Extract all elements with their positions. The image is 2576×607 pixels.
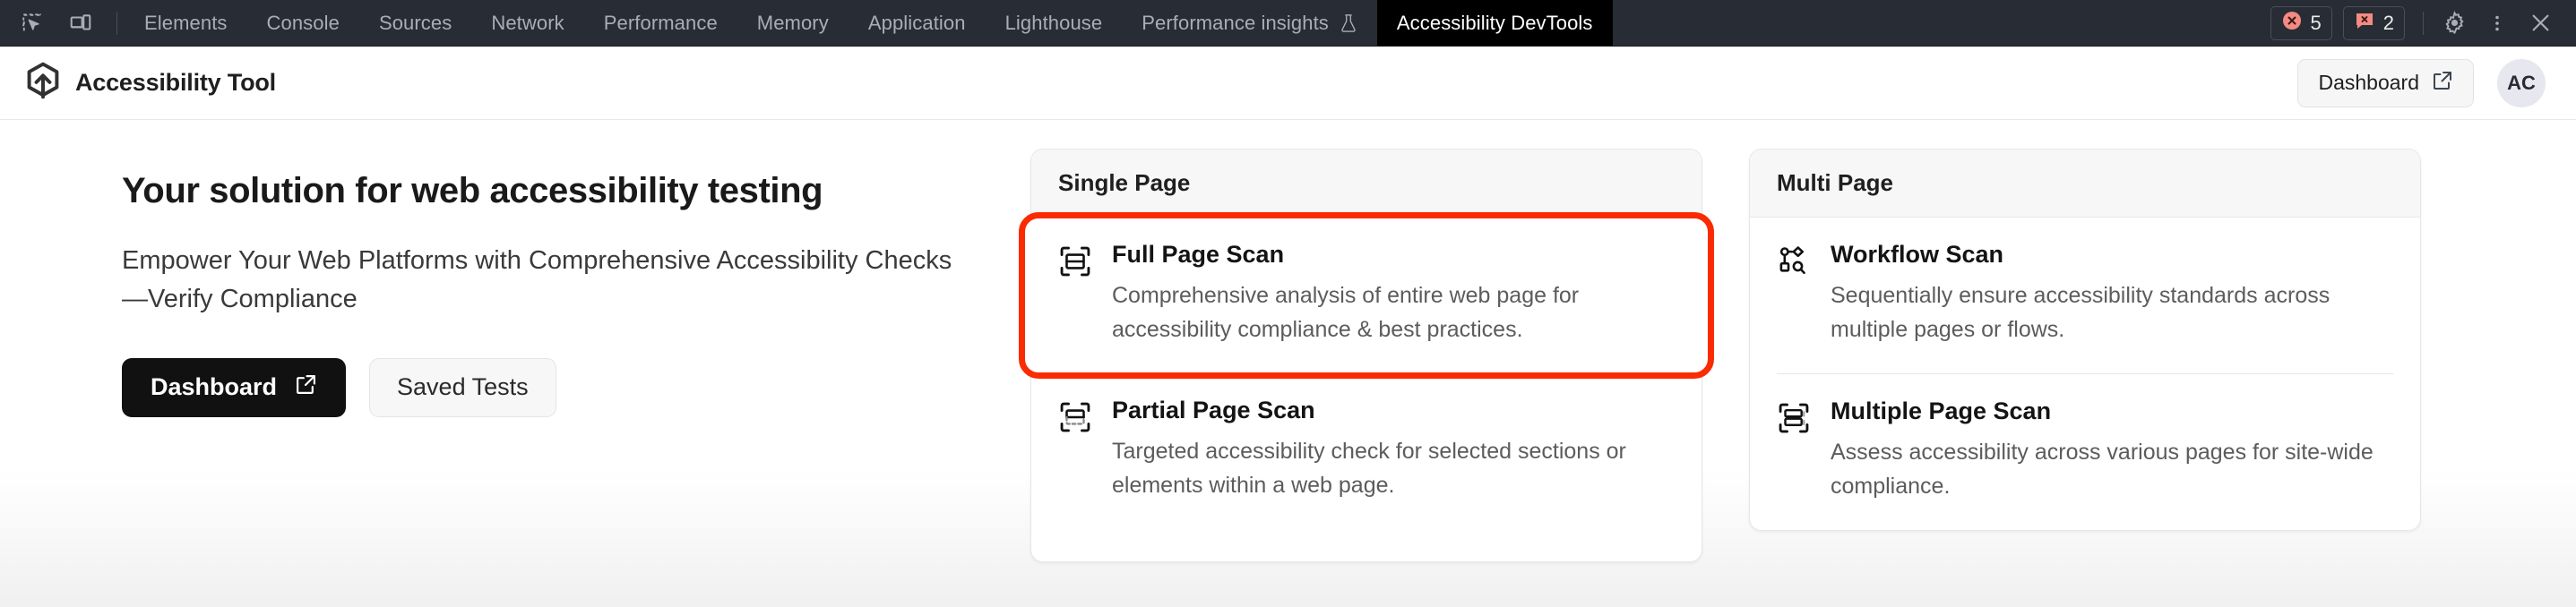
scan-option-partial-page-scan[interactable]: Partial Page Scan Targeted accessibility… xyxy=(1031,373,1702,529)
scan-option-title: Partial Page Scan xyxy=(1112,397,1675,424)
tab-label: Network xyxy=(491,12,564,35)
error-count: 5 xyxy=(2311,12,2322,35)
scan-option-workflow-scan[interactable]: Workflow Scan Sequentially ensure access… xyxy=(1750,218,2420,373)
hero-subtitle: Empower Your Web Platforms with Comprehe… xyxy=(122,242,977,319)
tab-label: Sources xyxy=(379,12,452,35)
card-multi-page: Multi Page xyxy=(1749,149,2421,531)
main-content: Your solution for web accessibility test… xyxy=(0,120,2576,607)
tab-label: Memory xyxy=(757,12,829,35)
scan-option-description: Assess accessibility across various page… xyxy=(1831,436,2386,503)
tab-label: Lighthouse xyxy=(1005,12,1103,35)
tab-memory[interactable]: Memory xyxy=(737,0,849,46)
tab-application[interactable]: Application xyxy=(849,0,986,46)
error-count-badge[interactable]: 5 xyxy=(2270,6,2332,40)
scan-option-title: Multiple Page Scan xyxy=(1831,398,2393,425)
scan-option-title: Workflow Scan xyxy=(1831,241,2393,269)
inspect-element-icon[interactable] xyxy=(13,5,52,41)
card-multi-page-title: Multi Page xyxy=(1750,150,2420,218)
tab-label: Performance xyxy=(604,12,718,35)
tab-accessibility-devtools[interactable]: Accessibility DevTools xyxy=(1377,0,1613,46)
scan-option-text: Workflow Scan Sequentially ensure access… xyxy=(1831,241,2393,346)
tab-elements[interactable]: Elements xyxy=(125,0,247,46)
tab-network[interactable]: Network xyxy=(471,0,583,46)
card-single-page: Single Page Full Page xyxy=(1030,149,1702,562)
app-header: Accessibility Tool Dashboard AC xyxy=(0,47,2576,120)
settings-gear-icon[interactable] xyxy=(2434,5,2474,41)
card-single-page-title: Single Page xyxy=(1031,150,1702,218)
scan-option-description: Targeted accessibility check for selecte… xyxy=(1112,435,1667,502)
scan-option-text: Multiple Page Scan Assess accessibility … xyxy=(1831,398,2393,503)
devtools-toolbar: Elements Console Sources Network Perform… xyxy=(0,0,2576,47)
card-bottom-spacer xyxy=(1031,529,1702,561)
card-multi-page-body: Workflow Scan Sequentially ensure access… xyxy=(1750,218,2420,530)
scan-option-text: Partial Page Scan Targeted accessibility… xyxy=(1112,397,1675,502)
warning-speech-bubble-icon xyxy=(2354,10,2375,36)
warning-count-badge[interactable]: 2 xyxy=(2343,6,2405,40)
saved-tests-button[interactable]: Saved Tests xyxy=(369,358,556,417)
warning-count: 2 xyxy=(2383,12,2394,35)
saved-tests-label: Saved Tests xyxy=(397,373,529,400)
scan-option-title: Full Page Scan xyxy=(1112,241,1675,269)
status-divider xyxy=(2423,12,2424,35)
devtools-status-actions: 5 2 xyxy=(2270,0,2576,46)
scan-frame-dashed-icon xyxy=(1058,397,1092,502)
tab-label: Accessibility DevTools xyxy=(1397,12,1593,35)
more-options-kebab-icon[interactable] xyxy=(2477,5,2517,41)
hero-dashboard-button[interactable]: Dashboard xyxy=(122,358,346,417)
hero-section: Your solution for web accessibility test… xyxy=(0,120,1030,607)
card-single-page-body: Full Page Scan Comprehensive analysis of… xyxy=(1031,218,1702,561)
scan-option-multiple-page-scan[interactable]: Multiple Page Scan Assess accessibility … xyxy=(1750,374,2420,530)
tab-performance-insights[interactable]: Performance insights xyxy=(1122,0,1377,46)
brand: Accessibility Tool xyxy=(25,62,276,104)
hexagon-arrow-logo-icon xyxy=(25,62,61,104)
device-toolbar-icon[interactable] xyxy=(61,5,100,41)
tab-label: Elements xyxy=(144,12,228,35)
workflow-graph-icon xyxy=(1777,241,1811,346)
scan-option-text: Full Page Scan Comprehensive analysis of… xyxy=(1112,241,1675,346)
tab-sources[interactable]: Sources xyxy=(359,0,471,46)
error-circle-icon xyxy=(2281,10,2303,36)
header-dashboard-button[interactable]: Dashboard xyxy=(2297,59,2474,107)
header-actions: Dashboard AC xyxy=(2297,59,2546,107)
close-devtools-icon[interactable] xyxy=(2520,5,2560,41)
external-link-icon xyxy=(295,373,317,402)
tab-label: Console xyxy=(267,12,340,35)
avatar[interactable]: AC xyxy=(2497,59,2546,107)
hero-actions: Dashboard Saved Tests xyxy=(122,358,977,417)
external-link-icon xyxy=(2432,70,2453,97)
scan-frame-stack-icon xyxy=(1777,398,1811,503)
page-title: Accessibility Tool xyxy=(75,69,276,97)
devtools-left-icons xyxy=(0,0,125,46)
hero-title: Your solution for web accessibility test… xyxy=(122,170,977,211)
tab-console[interactable]: Console xyxy=(247,0,359,46)
tab-label: Application xyxy=(868,12,966,35)
devtools-tab-list: Elements Console Sources Network Perform… xyxy=(125,0,1613,46)
scan-option-description: Sequentially ensure accessibility standa… xyxy=(1831,279,2386,346)
scan-option-description: Comprehensive analysis of entire web pag… xyxy=(1112,279,1667,346)
avatar-initials: AC xyxy=(2507,72,2536,95)
toolbar-divider xyxy=(116,12,117,35)
scan-cards: Single Page Full Page xyxy=(1030,120,2421,607)
hero-dashboard-label: Dashboard xyxy=(151,373,277,401)
flask-icon xyxy=(1340,13,1357,33)
header-dashboard-label: Dashboard xyxy=(2318,71,2419,95)
tab-performance[interactable]: Performance xyxy=(584,0,737,46)
tab-label: Performance insights xyxy=(1142,12,1329,35)
scan-frame-icon xyxy=(1058,241,1092,346)
tab-lighthouse[interactable]: Lighthouse xyxy=(986,0,1123,46)
scan-option-full-page-scan[interactable]: Full Page Scan Comprehensive analysis of… xyxy=(1024,218,1709,373)
